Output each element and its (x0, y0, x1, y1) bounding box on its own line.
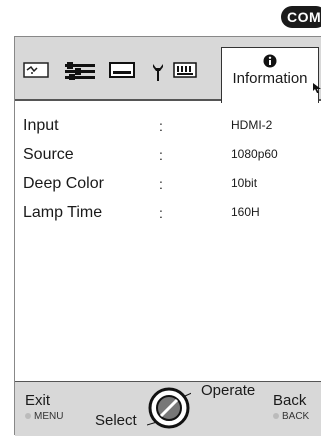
screen-icon[interactable] (109, 62, 135, 78)
info-value: 10bit (231, 176, 258, 190)
adjust-sliders-icon[interactable] (65, 62, 95, 80)
select-label: Select (95, 412, 137, 429)
info-label: Input (23, 117, 59, 134)
tab-information[interactable]: Information (221, 47, 319, 103)
info-row-input: Input : HDMI-2 (15, 113, 321, 142)
menu-footer-guide: Exit MENU Select Operate Back BACK (15, 381, 321, 436)
info-label: Deep Color (23, 175, 104, 192)
info-row-source: Source : 1080p60 (15, 142, 321, 171)
cursor-arrow-icon (313, 83, 321, 93)
operate-label: Operate (201, 382, 256, 399)
back-hint-label: BACK (282, 411, 310, 422)
info-value: 160H (231, 205, 260, 219)
info-separator: : (159, 176, 163, 192)
projector-menu-screen: Information Input : HDMI-2 Source : 1080… (14, 36, 321, 436)
info-row-deep-color: Deep Color : 10bit (15, 171, 321, 200)
exit-label: Exit (25, 392, 51, 409)
menu-tab-bar: Information (15, 37, 321, 103)
back-label: Back (273, 392, 307, 409)
info-label: Source (23, 146, 74, 163)
info-separator: : (159, 118, 163, 134)
com-badge: COM (281, 6, 321, 28)
info-value: 1080p60 (231, 147, 278, 161)
info-row-lamp-time: Lamp Time : 160H (15, 200, 321, 229)
connector-icon[interactable] (173, 62, 197, 78)
picture-icon[interactable] (23, 62, 49, 78)
info-icon (263, 54, 277, 68)
info-label: Lamp Time (23, 204, 103, 221)
setup-tool-icon[interactable] (151, 62, 165, 82)
tab-information-label: Information (232, 70, 308, 87)
info-separator: : (159, 205, 163, 221)
info-separator: : (159, 147, 163, 163)
direction-pad-icon (147, 387, 191, 429)
info-value: HDMI-2 (231, 118, 273, 132)
menu-button-dot-icon (25, 413, 31, 420)
back-button-dot-icon (273, 413, 279, 420)
back-hint: BACK (273, 411, 309, 422)
menu-hint: MENU (25, 411, 63, 422)
menu-hint-label: MENU (34, 411, 64, 422)
information-list: Input : HDMI-2 Source : 1080p60 Deep Col… (15, 113, 321, 229)
